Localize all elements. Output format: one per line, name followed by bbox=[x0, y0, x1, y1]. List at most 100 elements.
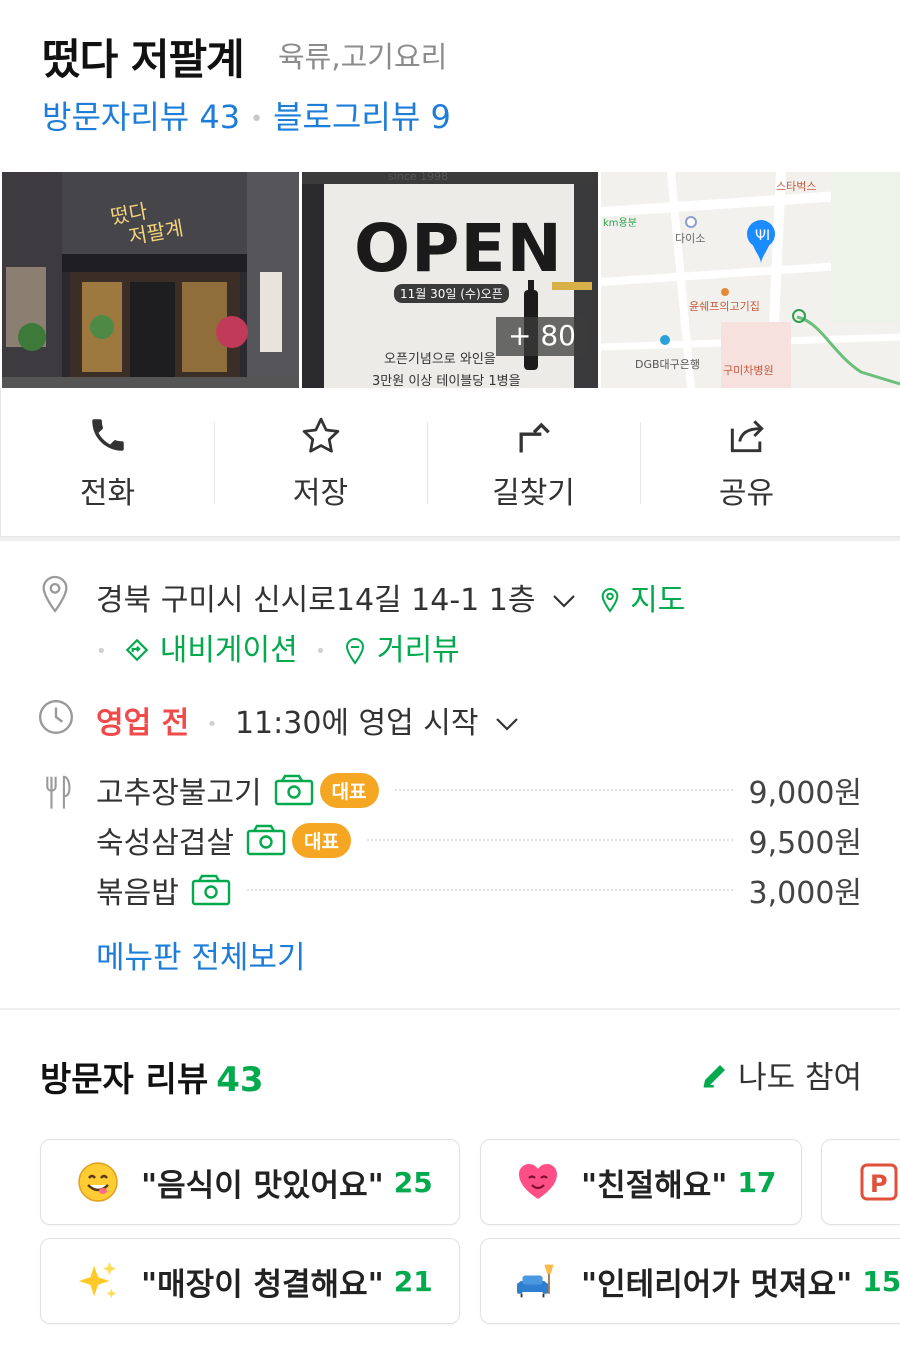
since-text: since 1998 bbox=[388, 172, 449, 183]
separator-dot: • bbox=[250, 106, 264, 132]
review-keyword-chip-partial[interactable]: P bbox=[821, 1139, 900, 1225]
directions-label: 길찾기 bbox=[492, 476, 575, 511]
review-keyword-chip[interactable]: "매장이 청결해요" 21 bbox=[40, 1238, 460, 1324]
action-bar: 전화 저장 길찾기 공유 bbox=[0, 388, 900, 537]
map-label-road: km용분 bbox=[603, 218, 637, 229]
map-link[interactable]: 지도 bbox=[599, 583, 686, 618]
storefront-photo[interactable]: 떴다 저팔계 bbox=[2, 172, 299, 388]
yum-face-icon bbox=[77, 1161, 119, 1203]
car-route-icon bbox=[125, 638, 149, 662]
view-full-menu-link[interactable]: 메뉴판 전체보기 bbox=[96, 932, 306, 977]
menu-item-price: 3,000원 bbox=[748, 876, 862, 911]
place-category: 육류,고기요리 bbox=[278, 40, 448, 74]
menu-item-name: 숙성삼겹살 bbox=[96, 826, 234, 861]
hours-text: 11:30에 영업 시작 bbox=[234, 706, 479, 741]
dotted-leader bbox=[366, 839, 733, 841]
directions-button[interactable]: 길찾기 bbox=[427, 388, 640, 536]
section-divider bbox=[0, 1008, 900, 1010]
keyword-count: 21 bbox=[393, 1264, 433, 1298]
more-photos-count[interactable]: + 80 bbox=[496, 317, 588, 356]
share-button[interactable]: 공유 bbox=[640, 388, 853, 536]
menu-item[interactable]: 숙성삼겹살 대표 9,500원 bbox=[96, 820, 862, 861]
open-banner-photo[interactable]: since 1998 OPEN 11월 30일 (수)오픈 오픈기념으로 와인을… bbox=[302, 172, 598, 388]
save-label: 저장 bbox=[292, 476, 349, 511]
place-name: 떴다 저팔계 bbox=[42, 35, 245, 84]
open-date-text: 11월 30일 (수)오픈 bbox=[394, 284, 509, 303]
hours-expand-chevron-icon bbox=[494, 706, 520, 741]
keyword-text: "음식이 맛있어요" bbox=[141, 1167, 384, 1204]
keyword-count: 17 bbox=[737, 1165, 777, 1199]
map-pin-icon bbox=[601, 587, 618, 613]
keyword-count: 15 bbox=[862, 1264, 900, 1298]
camera-icon bbox=[191, 874, 231, 906]
share-label: 공유 bbox=[718, 476, 775, 511]
menu-item-price: 9,000원 bbox=[748, 776, 862, 811]
address-expand-chevron-icon[interactable] bbox=[551, 583, 577, 618]
streetview-pin-icon bbox=[346, 637, 365, 665]
storefront-illustration: 떴다 저팔계 bbox=[2, 172, 299, 388]
menu-item[interactable]: 볶음밥 3,000원 bbox=[96, 870, 862, 911]
write-review-button[interactable]: 나도 참여 bbox=[700, 1052, 862, 1097]
streetview-link-label: 거리뷰 bbox=[376, 633, 460, 668]
review-keyword-chip[interactable]: "음식이 맛있어요" 25 bbox=[40, 1139, 460, 1225]
business-status: 영업 전 bbox=[96, 706, 190, 741]
map-label-restaurant: 윤쉐프의고기집 bbox=[689, 300, 760, 313]
parking-icon: P bbox=[858, 1161, 900, 1203]
call-button[interactable]: 전화 bbox=[1, 388, 214, 536]
keyword-text: "친절해요" bbox=[581, 1167, 728, 1204]
heart-face-icon bbox=[517, 1161, 559, 1203]
separator-dot: • bbox=[96, 641, 107, 662]
menu-item-name: 고추장불고기 bbox=[96, 776, 262, 811]
dotted-leader bbox=[246, 889, 733, 891]
open-sign-text: OPEN bbox=[354, 210, 563, 287]
menu-item[interactable]: 고추장불고기 대표 9,000원 bbox=[96, 770, 862, 811]
phone-icon bbox=[91, 419, 124, 451]
share-icon bbox=[730, 420, 764, 453]
place-header: 떴다 저팔계 육류,고기요리 방문자리뷰 43 • 블로그리뷰 9 bbox=[0, 0, 900, 170]
keyword-text: "매장이 청결해요" bbox=[141, 1266, 384, 1303]
visitor-reviews-heading: 방문자 리뷰 43 bbox=[40, 1052, 264, 1101]
fork-knife-icon bbox=[46, 775, 71, 809]
blog-reviews-link[interactable]: 블로그리뷰 9 bbox=[273, 98, 451, 136]
pencil-icon bbox=[703, 1064, 726, 1087]
promo-line-1: 오픈기념으로 와인을 bbox=[384, 352, 496, 367]
map-link-label: 지도 bbox=[630, 583, 686, 618]
section-divider bbox=[0, 537, 900, 541]
write-review-label: 나도 참여 bbox=[738, 1060, 862, 1096]
clock-icon bbox=[38, 699, 74, 735]
business-hours[interactable]: 영업 전 • 11:30에 영업 시작 bbox=[96, 698, 520, 742]
separator-dot: • bbox=[315, 641, 326, 662]
dotted-leader bbox=[394, 789, 733, 791]
save-button[interactable]: 저장 bbox=[214, 388, 427, 536]
sofa-lamp-icon bbox=[517, 1260, 559, 1302]
navigation-link-label: 내비게이션 bbox=[159, 633, 298, 668]
signature-badge: 대표 bbox=[292, 822, 351, 858]
navigation-link[interactable]: 내비게이션 bbox=[124, 633, 307, 668]
call-label: 전화 bbox=[79, 476, 136, 511]
signature-badge: 대표 bbox=[319, 772, 379, 808]
review-links: 방문자리뷰 43 • 블로그리뷰 9 bbox=[42, 92, 451, 138]
menu-item-price: 9,500원 bbox=[748, 826, 862, 861]
map-label-bank: DGB대구은행 bbox=[635, 358, 701, 371]
navigation-links: • 내비게이션 • 거리뷰 bbox=[96, 625, 460, 669]
promo-line-2: 3만원 이상 테이블당 1병을 bbox=[372, 374, 521, 388]
visitor-reviews-link[interactable]: 방문자리뷰 43 bbox=[42, 98, 240, 136]
review-keyword-chip[interactable]: "인테리어가 멋져요" 15 bbox=[480, 1238, 900, 1324]
camera-icon bbox=[246, 824, 286, 856]
visitor-reviews-title: 방문자 리뷰 bbox=[40, 1060, 209, 1100]
directions-icon bbox=[519, 422, 550, 453]
camera-icon bbox=[274, 774, 313, 806]
separator-dot: • bbox=[206, 714, 218, 735]
svg-text:ΨΙ: ΨΙ bbox=[755, 228, 770, 244]
review-keyword-chip[interactable]: "친절해요" 17 bbox=[480, 1139, 802, 1225]
address-line: 경북 구미시 신시로14길 14-1 1층 지도 bbox=[96, 575, 685, 619]
location-pin-icon bbox=[42, 575, 68, 613]
map-label-starbucks: 스타벅스 bbox=[776, 180, 817, 193]
visitor-reviews-count: 43 bbox=[216, 1060, 264, 1100]
keyword-count: 25 bbox=[393, 1165, 433, 1199]
streetview-link[interactable]: 거리뷰 bbox=[343, 633, 460, 668]
map-thumbnail[interactable]: ΨΙ 스타벅스 다이소 km용분 윤쉐프의고기집 DGB대구은행 구미차병원 bbox=[601, 172, 900, 388]
address-text: 경북 구미시 신시로14길 14-1 1층 bbox=[96, 583, 536, 618]
menu-item-name: 볶음밥 bbox=[96, 876, 179, 911]
sparkles-icon bbox=[77, 1260, 119, 1302]
